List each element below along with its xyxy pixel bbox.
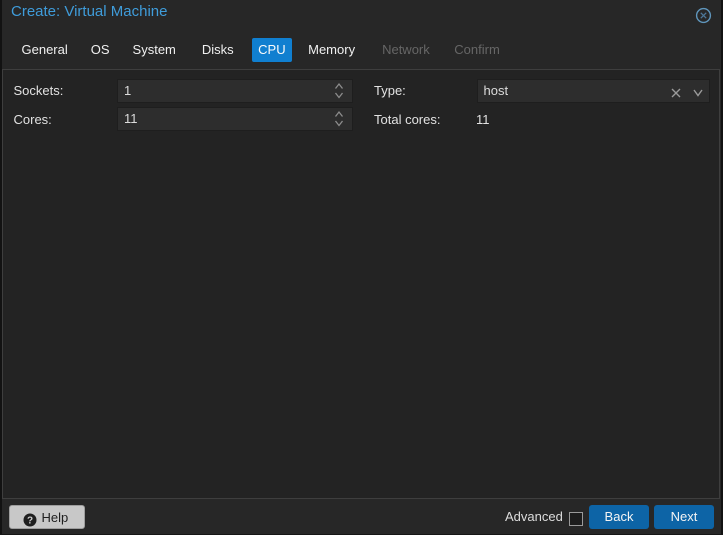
- svg-text:?: ?: [27, 515, 33, 526]
